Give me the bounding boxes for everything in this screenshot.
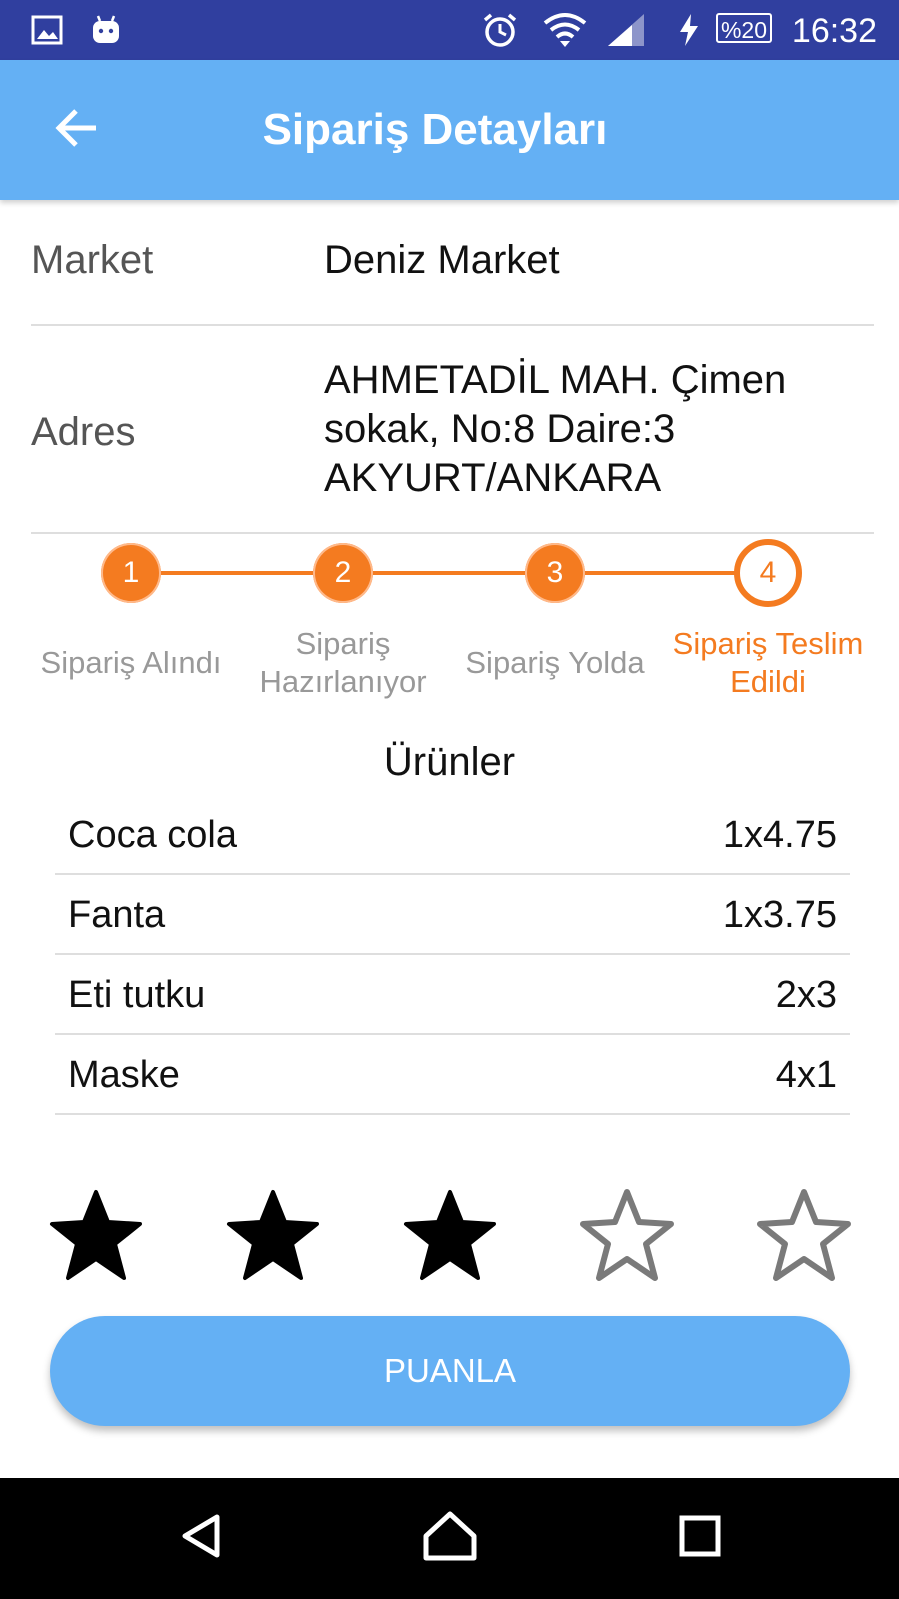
page-title: Sipariş Detayları — [262, 105, 608, 154]
recents-square-icon — [677, 1513, 723, 1564]
rating-star-2-icon[interactable] — [223, 1186, 323, 1286]
step-3-circle: 3 — [525, 543, 585, 603]
address-value: AHMETADİL MAH. Çimen sokak, No:8 Daire:3… — [324, 356, 869, 503]
home-icon — [422, 1508, 478, 1569]
step-1-label: Sipariş Alındı — [40, 645, 222, 680]
nav-recents-button[interactable] — [660, 1498, 740, 1578]
step-4-circle: 4 — [734, 539, 802, 607]
order-status-stepper: 1 2 3 4 Sipariş Alındı Sipariş Hazırlanı… — [0, 535, 899, 705]
alarm-icon — [480, 0, 520, 60]
image-icon — [30, 0, 64, 60]
step-2-circle: 2 — [313, 543, 373, 603]
product-name: Fanta — [68, 894, 166, 936]
divider — [31, 532, 874, 534]
status-time: 16:32 — [791, 12, 877, 50]
address-line: AHMETADİL MAH. Çimen — [324, 358, 787, 402]
product-name: Coca cola — [68, 814, 237, 856]
charging-icon — [676, 0, 702, 60]
list-item: Coca cola 1x4.75 — [55, 795, 850, 875]
step-2-label: Sipariş Hazırlanıyor — [259, 626, 427, 699]
app-bar: Sipariş Detayları — [0, 60, 899, 200]
product-quantity: 1x4.75 — [722, 814, 837, 856]
signal-icon — [606, 0, 646, 60]
nav-back-button[interactable] — [162, 1498, 242, 1578]
step-1-circle: 1 — [101, 543, 161, 603]
battery-icon: %20 — [716, 13, 772, 43]
market-value: Deniz Market — [324, 238, 560, 282]
status-bar: %20 16:32 — [0, 0, 899, 60]
divider — [31, 324, 874, 326]
address-line: AKYURT/ANKARA — [324, 456, 662, 500]
rating-star-5-icon[interactable] — [754, 1186, 854, 1286]
product-quantity: 2x3 — [775, 974, 837, 1016]
step-3-label: Sipariş Yolda — [465, 645, 645, 680]
products-title: Ürünler — [383, 740, 516, 784]
list-item: Eti tutku 2x3 — [55, 955, 850, 1035]
step-4-label: Sipariş Teslim Edildi — [672, 626, 864, 699]
product-name: Eti tutku — [68, 974, 206, 1016]
list-item: Fanta 1x3.75 — [55, 875, 850, 955]
rating-star-1-icon[interactable] — [46, 1186, 146, 1286]
list-item: Maske 4x1 — [55, 1035, 850, 1115]
android-icon — [88, 0, 124, 60]
wifi-icon — [540, 0, 590, 60]
address-line: sokak, No:8 Daire:3 — [324, 407, 676, 451]
system-nav-bar — [0, 1478, 899, 1599]
product-quantity: 1x3.75 — [722, 894, 837, 936]
product-quantity: 4x1 — [775, 1054, 837, 1096]
market-label: Market — [31, 238, 154, 282]
nav-home-button[interactable] — [410, 1498, 490, 1578]
back-triangle-icon — [177, 1511, 227, 1566]
rating-star-3-icon[interactable] — [400, 1186, 500, 1286]
rating-star-4-icon[interactable] — [577, 1186, 677, 1286]
stepper-line — [131, 571, 768, 575]
address-label: Adres — [31, 410, 136, 454]
rate-button[interactable]: PUANLA — [50, 1316, 850, 1426]
product-name: Maske — [68, 1054, 180, 1096]
